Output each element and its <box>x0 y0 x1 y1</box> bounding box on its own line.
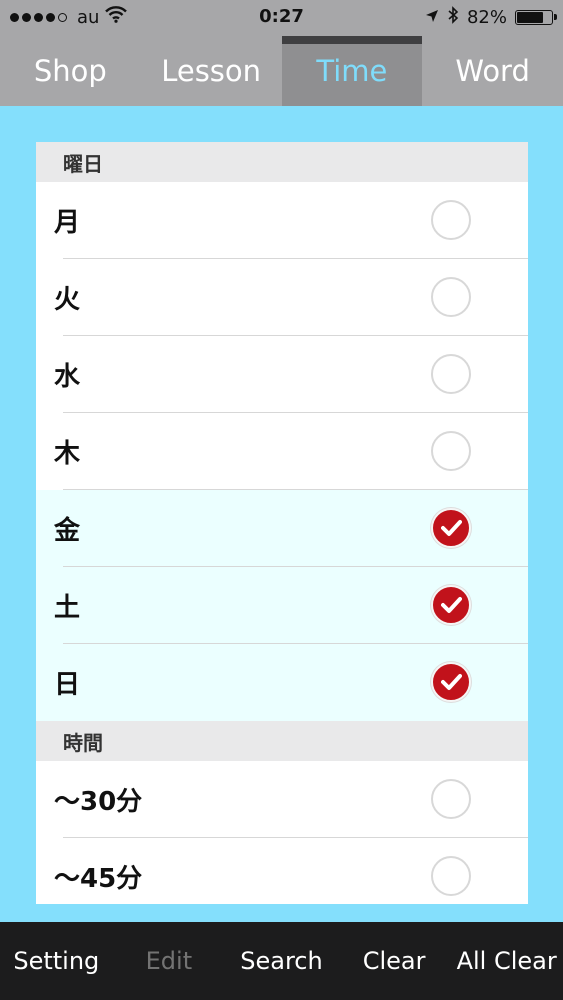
row-label: 日 <box>54 670 81 700</box>
list-item[interactable]: 〜45分 <box>36 838 528 904</box>
row-label: 水 <box>54 362 81 392</box>
tab-shop[interactable]: Shop <box>0 36 141 106</box>
list-item[interactable]: 月 <box>36 182 528 259</box>
all-clear-button[interactable]: All Clear <box>450 947 563 975</box>
unchecked-circle-icon[interactable] <box>431 200 471 240</box>
tab-time[interactable]: Time <box>281 36 423 106</box>
search-button[interactable]: Search <box>225 947 338 975</box>
tab-word[interactable]: Word <box>422 36 563 106</box>
list-item[interactable]: 木 <box>36 413 528 490</box>
status-right: 82% <box>425 6 557 29</box>
list-item[interactable]: 火 <box>36 259 528 336</box>
checkmark-icon[interactable] <box>431 662 471 702</box>
list-item[interactable]: 日 <box>36 644 528 721</box>
unchecked-circle-icon[interactable] <box>431 354 471 394</box>
location-arrow-icon <box>425 7 439 28</box>
clear-button[interactable]: Clear <box>338 947 451 975</box>
bottom-toolbar: Setting Edit Search Clear All Clear <box>0 922 563 1000</box>
row-label: 〜45分 <box>54 864 143 894</box>
battery-icon <box>515 10 557 25</box>
row-label: 月 <box>54 208 81 238</box>
top-tab-bar: Shop Lesson Time Word <box>0 36 563 106</box>
battery-tip <box>554 14 557 20</box>
battery-percent: 82% <box>466 7 507 28</box>
list-item[interactable]: 水 <box>36 336 528 413</box>
row-label: 土 <box>54 593 81 623</box>
list-item[interactable]: 〜30分 <box>36 761 528 838</box>
status-bar: au 0:27 82% <box>0 0 563 36</box>
unchecked-circle-icon[interactable] <box>431 277 471 317</box>
filter-list[interactable]: 曜日 月 火 水 木 金 土 日 時間 〜30分 〜45分 <box>36 142 528 904</box>
edit-button[interactable]: Edit <box>113 947 226 975</box>
section-header-weekday: 曜日 <box>36 142 528 182</box>
row-label: 火 <box>54 285 81 315</box>
battery-level <box>517 12 543 23</box>
tab-lesson[interactable]: Lesson <box>141 36 282 106</box>
list-item[interactable]: 土 <box>36 567 528 644</box>
row-label: 金 <box>54 516 81 546</box>
checkmark-icon[interactable] <box>431 508 471 548</box>
unchecked-circle-icon[interactable] <box>431 779 471 819</box>
unchecked-circle-icon[interactable] <box>431 431 471 471</box>
section-header-duration: 時間 <box>36 721 528 761</box>
unchecked-circle-icon[interactable] <box>431 856 471 896</box>
bluetooth-icon <box>447 6 459 29</box>
row-label: 〜30分 <box>54 787 143 817</box>
row-label: 木 <box>54 439 81 469</box>
list-item[interactable]: 金 <box>36 490 528 567</box>
checkmark-icon[interactable] <box>431 585 471 625</box>
setting-button[interactable]: Setting <box>0 947 113 975</box>
